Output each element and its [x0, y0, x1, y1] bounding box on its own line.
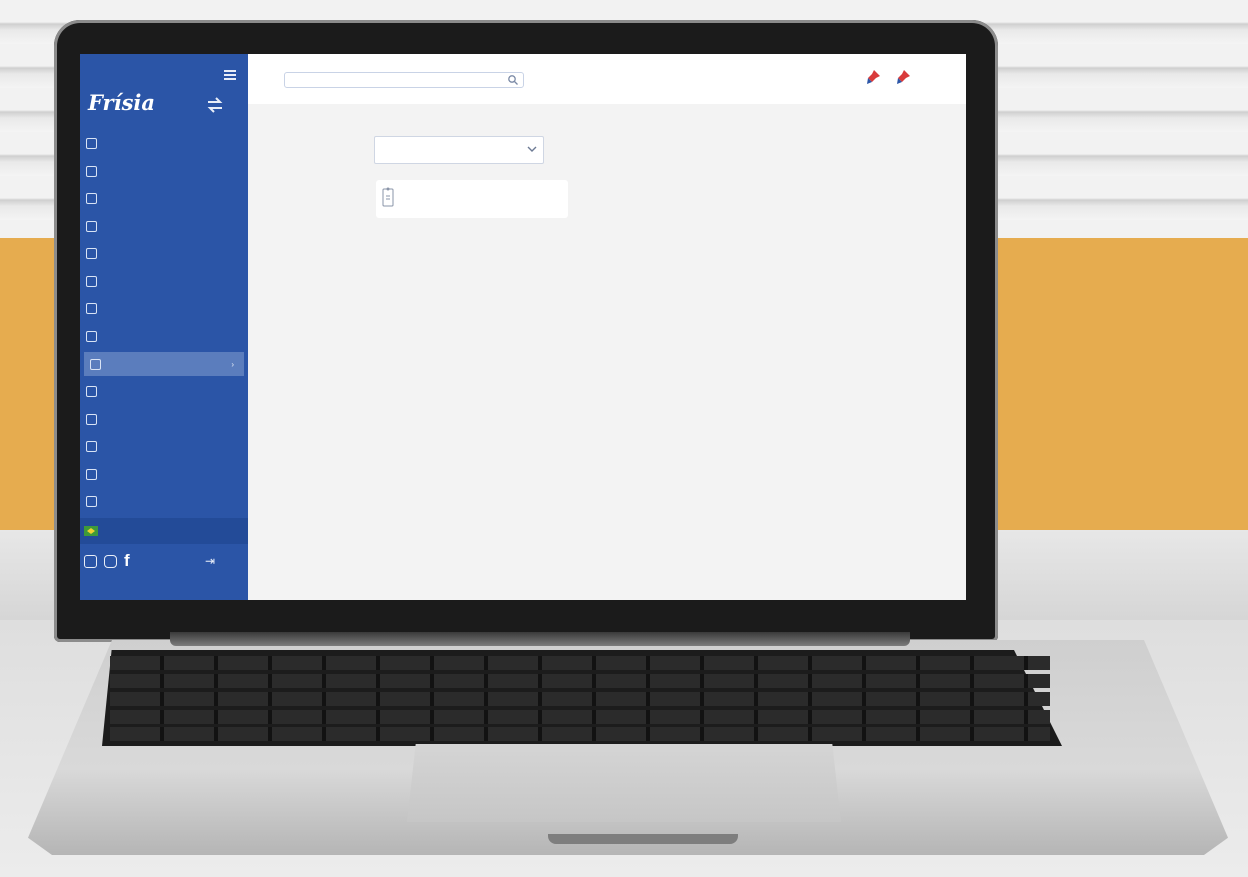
- filter-select[interactable]: [374, 136, 544, 164]
- settings-icon: [86, 413, 97, 425]
- key-row: [110, 727, 1050, 741]
- laptop-notch: [548, 834, 738, 844]
- sidebar-item[interactable]: [80, 295, 248, 323]
- logout-icon[interactable]: ⇥: [205, 554, 215, 568]
- sidebar-item[interactable]: [80, 185, 248, 213]
- home-icon: [86, 138, 97, 150]
- sidebar: Frísia › f ⇥: [80, 54, 248, 600]
- mail-icon: [86, 468, 97, 480]
- facebook-icon[interactable]: f: [124, 552, 130, 569]
- key-row: [110, 656, 1050, 670]
- sidebar-item[interactable]: ›: [84, 352, 244, 376]
- sidebar-nav: ›: [80, 130, 248, 516]
- menu-collapse-icon[interactable]: [224, 70, 236, 80]
- folder-icon: [90, 358, 101, 370]
- share-icon[interactable]: [84, 554, 97, 568]
- bell-icon: [86, 386, 97, 398]
- pin-icon[interactable]: [894, 68, 912, 86]
- instagram-icon[interactable]: [104, 554, 117, 568]
- calendar-icon: [86, 441, 97, 453]
- membership-item[interactable]: [80, 518, 248, 544]
- sidebar-item[interactable]: [80, 130, 248, 158]
- key-row: [110, 692, 1050, 706]
- tag-icon: [86, 303, 97, 315]
- clock-icon: [86, 165, 97, 177]
- top-bar: [248, 54, 966, 104]
- flag-icon: [84, 526, 98, 536]
- key-row: [110, 674, 1050, 688]
- document-card[interactable]: [376, 180, 568, 218]
- sidebar-item[interactable]: [80, 268, 248, 296]
- pin-icon[interactable]: [864, 68, 882, 86]
- support-icon: [86, 496, 97, 508]
- laptop-screen: Frísia › f ⇥: [80, 54, 966, 600]
- search-icon[interactable]: [507, 74, 519, 86]
- laptop-hinge: [170, 632, 910, 646]
- lock-icon: [86, 330, 97, 342]
- chevron-right-icon: ›: [231, 359, 234, 369]
- sidebar-item[interactable]: [80, 433, 248, 461]
- key-row: [110, 710, 1050, 724]
- grid-icon: [86, 220, 97, 232]
- chevron-down-icon: [527, 146, 537, 152]
- sidebar-item[interactable]: [80, 240, 248, 268]
- sidebar-item[interactable]: [80, 323, 248, 351]
- file-icon: [382, 187, 394, 207]
- gear-icon: [86, 193, 97, 205]
- swap-arrows-icon[interactable]: [205, 96, 225, 114]
- brand-logo: Frísia: [88, 90, 155, 115]
- sidebar-item[interactable]: [80, 406, 248, 434]
- trackpad: [407, 744, 841, 822]
- sidebar-item[interactable]: [80, 213, 248, 241]
- search-box[interactable]: [284, 72, 524, 88]
- sidebar-item[interactable]: [80, 461, 248, 489]
- search-input[interactable]: [285, 75, 503, 85]
- sidebar-item[interactable]: [80, 378, 248, 406]
- sidebar-item[interactable]: [80, 158, 248, 186]
- document-icon: [86, 248, 97, 260]
- social-links: f: [84, 552, 130, 569]
- chart-icon: [86, 275, 97, 287]
- sidebar-item[interactable]: [80, 488, 248, 516]
